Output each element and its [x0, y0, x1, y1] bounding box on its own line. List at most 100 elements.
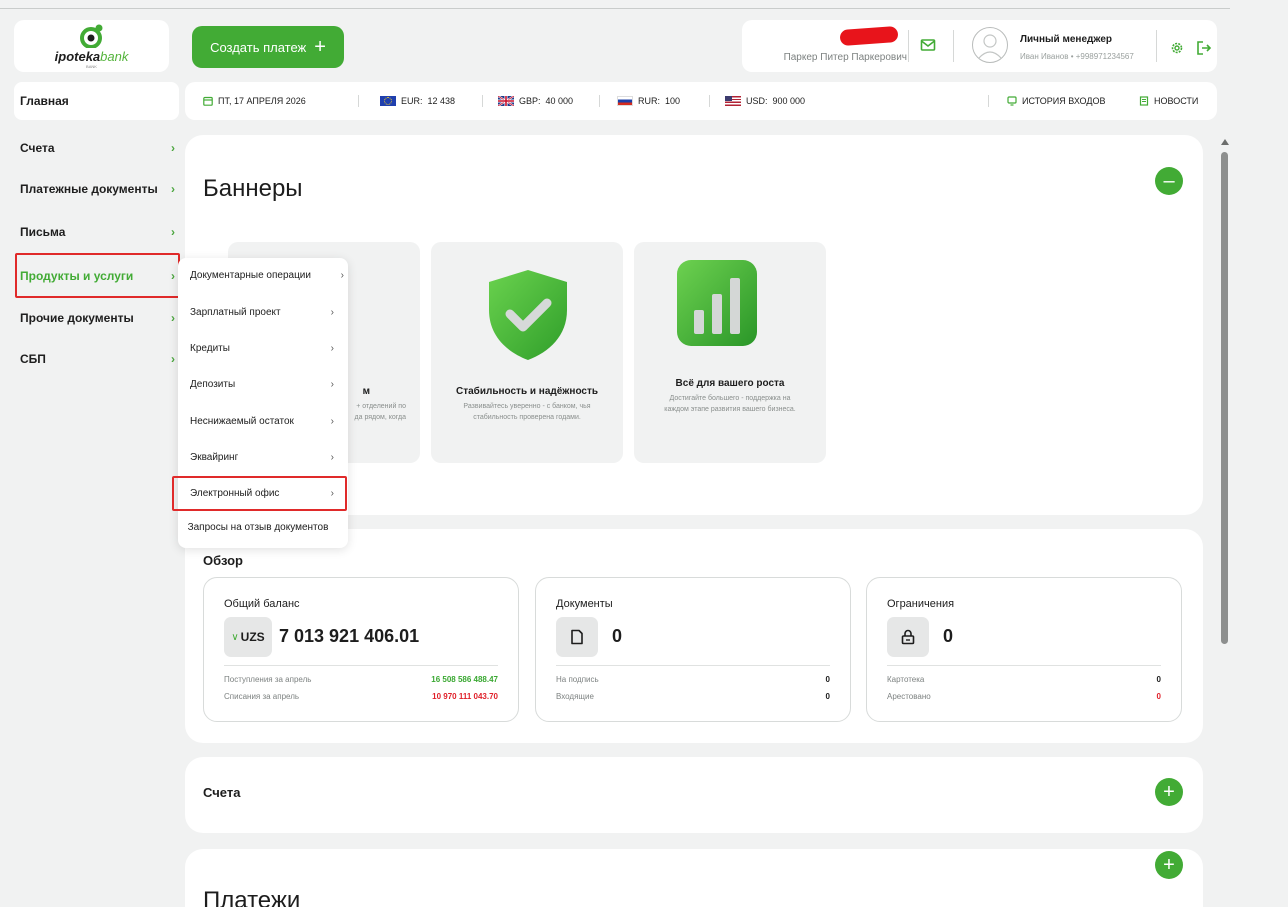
expense-value: 10 970 111 043.70: [432, 692, 498, 701]
current-date: ПТ, 17 АПРЕЛЯ 2026: [203, 82, 306, 120]
rate-code: GBP:: [519, 96, 541, 106]
scrollbar-thumb[interactable]: [1221, 152, 1228, 644]
products-submenu: Документарные операции › Зарплатный прое…: [178, 258, 348, 548]
submenu-item-minimum-balance[interactable]: Неснижаемый остаток ›: [190, 411, 340, 431]
submenu-item-document-recall-requests[interactable]: Запросы на отзыв документов: [178, 517, 338, 537]
row-label: Списания за апрель: [224, 692, 300, 701]
stat-title: Ограничения: [887, 598, 955, 610]
submenu-item-credits[interactable]: Кредиты ›: [190, 338, 340, 358]
login-history-link[interactable]: ИСТОРИЯ ВХОДОВ: [1007, 82, 1105, 120]
sidebar-item-label: Письма: [20, 225, 66, 239]
submenu-item-label: Запросы на отзыв документов: [187, 521, 329, 533]
sidebar-item-payment-documents[interactable]: Платежные документы ›: [14, 175, 179, 203]
us-flag-icon: [725, 96, 741, 106]
stat-row: Картотека 0: [887, 675, 1161, 684]
rate-code: RUR:: [638, 96, 660, 106]
divider: [908, 30, 909, 62]
divider: [482, 95, 483, 107]
row-value: 0: [825, 692, 830, 701]
restrictions-value: 0: [943, 626, 954, 646]
ru-flag-icon: [617, 96, 633, 106]
stat-row: Входящие 0: [556, 692, 830, 701]
sidebar-item-home[interactable]: Главная: [14, 82, 179, 120]
banner-description: Достигайте большего - поддержка на каждом…: [664, 395, 796, 413]
window-top-border: [0, 8, 1288, 9]
rate-code: EUR:: [401, 96, 423, 106]
sidebar-item-label: Продукты и услуги: [20, 269, 134, 283]
restrictions-card[interactable]: Ограничения 0 Картотека 0 Арестовано 0: [866, 577, 1182, 722]
section-title: Платежи: [203, 887, 301, 907]
submenu-item-label: Эквайринг: [190, 451, 239, 463]
create-payment-button[interactable]: Создать платеж +: [192, 26, 344, 68]
stat-row: Списания за апрель 10 970 111 043.70: [224, 692, 498, 701]
collapse-button[interactable]: –: [1155, 167, 1183, 195]
create-payment-label: Создать платеж: [210, 39, 307, 55]
stat-title: Документы: [556, 598, 613, 610]
stat-row: На подпись 0: [556, 675, 830, 684]
submenu-item-salary-project[interactable]: Зарплатный проект ›: [190, 302, 340, 322]
chevron-right-icon: ›: [171, 311, 175, 325]
uk-flag-icon: [498, 96, 514, 106]
sidebar-item-label: Счета: [20, 141, 55, 155]
eu-flag-icon: [380, 96, 396, 106]
sidebar-item-label: Платежные документы: [20, 182, 158, 196]
sidebar-item-accounts[interactable]: Счета ›: [14, 134, 179, 162]
submenu-item-electronic-office[interactable]: Электронный офис ›: [190, 483, 340, 503]
sidebar-item-products-services[interactable]: Продукты и услуги ›: [14, 262, 179, 290]
balance-card[interactable]: Общий баланс ∨ UZS 7 013 921 406.01 Пост…: [203, 577, 519, 722]
info-bar: ПТ, 17 АПРЕЛЯ 2026 EUR: 12 438 GBP: 40 0…: [185, 82, 1217, 120]
bank-logo[interactable]: ipotekabank BANK: [14, 20, 169, 72]
documents-value: 0: [612, 626, 623, 646]
login-history-label: ИСТОРИЯ ВХОДОВ: [1022, 96, 1106, 106]
stat-icon-box: [556, 617, 598, 657]
divider: [599, 95, 600, 107]
date-text: ПТ, 17 АПРЕЛЯ 2026: [218, 96, 306, 106]
currency-code: UZS: [240, 630, 265, 644]
chevron-right-icon: ›: [340, 269, 344, 281]
logout-icon[interactable]: [1196, 40, 1212, 56]
news-link[interactable]: НОВОСТИ: [1139, 82, 1198, 120]
currency-select[interactable]: ∨ UZS: [224, 617, 272, 657]
row-label: Поступления за апрель: [224, 675, 312, 684]
user-icon: [978, 34, 1002, 59]
user-name[interactable]: Паркер Питер Паркерович: [747, 52, 907, 63]
rate-value: 12 438: [427, 96, 456, 106]
mail-icon[interactable]: [920, 38, 936, 52]
documents-card[interactable]: Документы 0 На подпись 0 Входящие 0: [535, 577, 851, 722]
divider: [556, 665, 830, 666]
row-label: На подпись: [556, 675, 599, 684]
stat-title: Общий баланс: [224, 598, 300, 610]
scroll-up-arrow-icon[interactable]: [1221, 139, 1229, 145]
expand-button[interactable]: +: [1155, 778, 1183, 806]
submenu-item-documentary-operations[interactable]: Документарные операции ›: [190, 265, 344, 285]
row-label: Входящие: [556, 692, 594, 701]
sidebar-item-sbp[interactable]: СБП ›: [14, 345, 179, 373]
row-value: 0: [1156, 675, 1161, 684]
sidebar-item-label: Прочие документы: [20, 311, 134, 325]
expand-button[interactable]: +: [1155, 851, 1183, 879]
sidebar-item-other-documents[interactable]: Прочие документы ›: [14, 304, 179, 332]
stat-row: Поступления за апрель 16 508 586 488.47: [224, 675, 498, 684]
rate-rur: RUR: 100: [617, 82, 680, 120]
row-label: Арестовано: [887, 692, 931, 701]
submenu-item-label: Электронный офис: [190, 487, 280, 499]
submenu-item-acquiring[interactable]: Эквайринг ›: [190, 447, 340, 467]
manager-contact: Иван Иванов • +998971234567: [1020, 52, 1134, 61]
banner-card[interactable]: Стабильность и надёжность Развивайтесь у…: [431, 242, 623, 463]
sidebar-item-label: Главная: [20, 94, 69, 108]
gear-icon[interactable]: [1170, 41, 1184, 55]
plus-icon: +: [314, 36, 326, 58]
banner-title: Всё для вашего роста: [675, 378, 785, 389]
chevron-right-icon: ›: [330, 342, 334, 354]
submenu-item-deposits[interactable]: Депозиты ›: [190, 374, 340, 394]
banner-card[interactable]: Всё для вашего роста Достигайте большего…: [634, 242, 826, 463]
calendar-icon: [203, 96, 213, 106]
divider: [988, 95, 989, 107]
banner-title: Стабильность и надёжность: [455, 386, 599, 397]
sidebar-item-letters[interactable]: Письма ›: [14, 218, 179, 246]
row-value: 0: [825, 675, 830, 684]
income-value: 16 508 586 488.47: [431, 675, 498, 684]
manager-avatar[interactable]: [972, 27, 1008, 63]
logo-mark-icon: [79, 24, 102, 48]
rate-gbp: GBP: 40 000: [498, 82, 573, 120]
